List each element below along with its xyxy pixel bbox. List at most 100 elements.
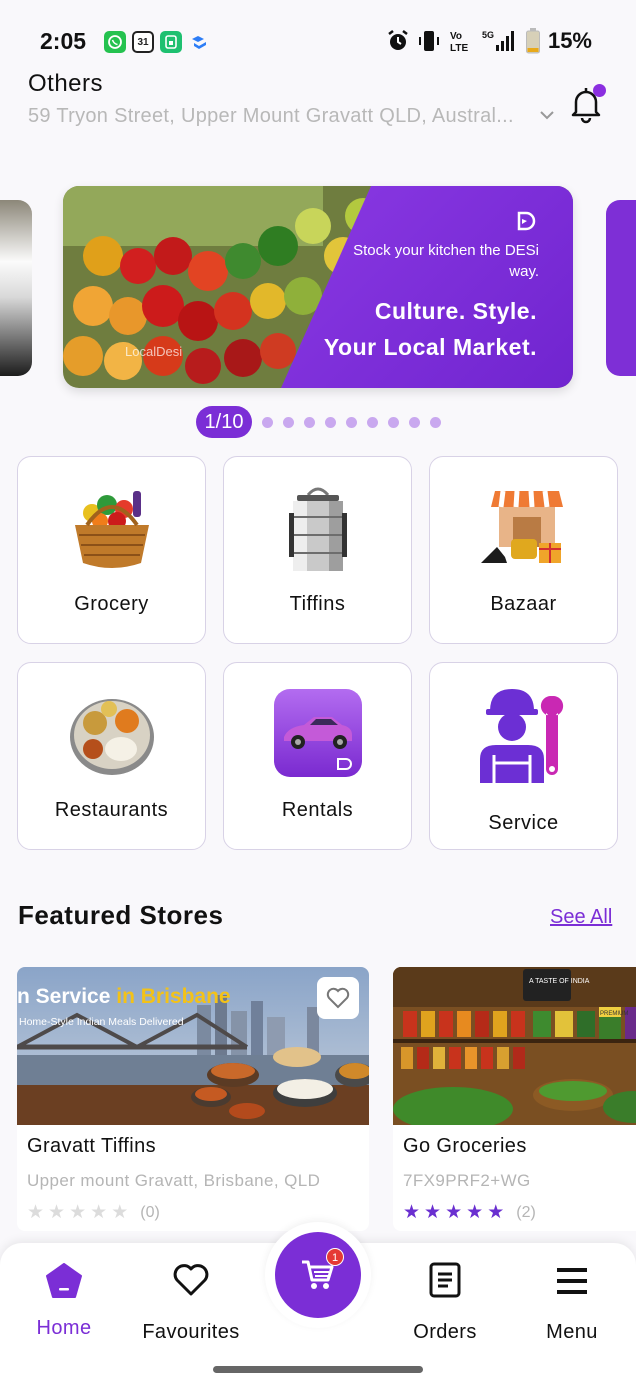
thali-icon <box>69 699 154 775</box>
nav-favourites[interactable]: Favourites <box>131 1243 251 1359</box>
banner-subtitle: Stock your kitchen the DESi way. <box>353 242 539 280</box>
banner-headline-2: Your Local Market. <box>323 334 537 360</box>
pager-dot[interactable] <box>388 416 399 428</box>
favourite-button[interactable] <box>317 977 359 1019</box>
pager-dot[interactable] <box>409 416 420 428</box>
pager-dot[interactable] <box>346 416 357 428</box>
svg-text:n Service in Brisbane: n Service in Brisbane <box>17 985 231 1008</box>
product-label-text: PREMIUM <box>600 1011 628 1017</box>
battery-icon <box>525 28 540 54</box>
calendar-icon: 31 <box>132 31 154 53</box>
banner-headline-1: Culture. Style. <box>374 298 537 324</box>
dropbox-icon <box>188 31 210 53</box>
star-empty-icon: ★ <box>111 1202 129 1223</box>
svg-text:5G: 5G <box>482 30 494 40</box>
svg-text:LTE: LTE <box>450 43 468 54</box>
star-empty-icon: ★ <box>48 1202 66 1223</box>
notification-dot <box>593 84 606 97</box>
store-banner-subtitle: Home-Style Indian Meals Delivered <box>19 1016 184 1028</box>
nav-label: Home <box>36 1317 92 1339</box>
star-empty-icon: ★ <box>69 1202 87 1223</box>
pager-dot[interactable] <box>262 416 273 428</box>
rating-count: (0) <box>140 1203 160 1221</box>
category-label: Rentals <box>281 799 354 821</box>
location-title[interactable]: Others <box>28 70 103 98</box>
cart-badge: 1 <box>326 1248 344 1266</box>
localdesi-logo-icon <box>517 211 536 231</box>
store-card[interactable]: A TASTE OF INDIA PREMIUM Go Groceries 7F… <box>393 967 636 1231</box>
battery-percent: 15% <box>547 28 592 53</box>
store-banner-image: A TASTE OF INDIA PREMIUM <box>393 967 636 1125</box>
nav-menu[interactable]: Menu <box>512 1243 632 1359</box>
cart-button[interactable] <box>275 1232 361 1318</box>
promo-banner[interactable]: Stock your kitchen the DESi way. Culture… <box>63 186 573 388</box>
category-tiffins[interactable]: Tiffins <box>223 456 412 644</box>
star-empty-icon: ★ <box>90 1202 108 1223</box>
sim-icon <box>160 31 182 53</box>
nav-orders[interactable]: Orders <box>385 1243 505 1359</box>
next-slide[interactable] <box>606 200 636 376</box>
grocery-basket-icon <box>74 491 149 568</box>
store-name: Gravatt Tiffins <box>27 1135 157 1157</box>
pager-dot[interactable] <box>325 416 336 428</box>
star-empty-icon: ★ <box>27 1202 45 1223</box>
store-rating: ★ ★ ★ ★ ★ (0) <box>27 1203 160 1222</box>
category-rentals[interactable]: Rentals <box>223 662 412 850</box>
store-card[interactable]: n Service in Brisbane Home-Style Indian … <box>17 967 369 1231</box>
nav-label: Orders <box>413 1321 477 1343</box>
nav-label: Menu <box>546 1321 598 1343</box>
category-service[interactable]: Service <box>429 662 618 850</box>
service-worker-icon <box>479 689 563 783</box>
star-filled-icon: ★ <box>487 1202 505 1223</box>
pager-dot[interactable] <box>283 416 294 428</box>
hamburger-menu-icon <box>557 1268 587 1294</box>
pager-dot[interactable] <box>430 416 441 428</box>
see-all-link[interactable]: See All <box>550 906 612 929</box>
heart-icon <box>173 1264 209 1296</box>
orders-icon <box>429 1262 461 1298</box>
status-bar: 2:05 31 Vo LTE 5G 15% <box>0 0 636 72</box>
store-banner-title-white: n Service <box>17 985 116 1008</box>
tiffin-icon <box>288 487 347 571</box>
system-icons: Vo LTE 5G 15% <box>386 28 592 54</box>
whatsapp-icon <box>104 31 126 53</box>
status-time: 2:05 <box>40 28 87 54</box>
featured-stores-title: Featured Stores <box>18 900 224 930</box>
svg-text:Vo: Vo <box>450 31 462 42</box>
car-icon <box>273 689 362 777</box>
alarm-icon <box>388 30 408 50</box>
store-name: Go Groceries <box>403 1135 527 1157</box>
category-label: Grocery <box>74 593 149 615</box>
bazaar-icon <box>480 490 563 563</box>
pager-dot[interactable] <box>367 416 378 428</box>
carousel-pager: 1/10 <box>196 406 441 438</box>
5g-signal-icon: 5G <box>482 30 514 51</box>
star-filled-icon: ★ <box>445 1202 463 1223</box>
location-address[interactable]: 59 Tryon Street, Upper Mount Gravatt QLD… <box>28 105 533 128</box>
store-banner-title-yellow: in Brisbane <box>116 985 230 1008</box>
pager-dot[interactable] <box>304 416 315 428</box>
vibrate-icon <box>418 31 439 51</box>
heart-outline-icon <box>326 987 350 1009</box>
category-label: Restaurants <box>54 799 169 821</box>
promo-carousel[interactable]: Stock your kitchen the DESi way. Culture… <box>0 186 636 392</box>
star-filled-icon: ★ <box>403 1202 421 1223</box>
home-indicator[interactable] <box>213 1366 423 1373</box>
store-rating: ★ ★ ★ ★ ★ (2) <box>403 1203 536 1222</box>
star-filled-icon: ★ <box>466 1202 484 1223</box>
previous-slide[interactable] <box>0 200 32 376</box>
rating-count: (2) <box>516 1203 536 1221</box>
notification-icons: 31 <box>104 31 210 53</box>
nav-label: Favourites <box>142 1321 240 1343</box>
nav-home[interactable]: Home <box>4 1243 124 1359</box>
home-icon <box>46 1263 82 1298</box>
category-restaurants[interactable]: Restaurants <box>17 662 206 850</box>
star-filled-icon: ★ <box>424 1202 442 1223</box>
category-label: Bazaar <box>490 593 557 615</box>
category-grocery[interactable]: Grocery <box>17 456 206 644</box>
chevron-down-icon[interactable] <box>538 106 556 124</box>
category-bazaar[interactable]: Bazaar <box>429 456 618 644</box>
shop-sign-text: A TASTE OF INDIA <box>529 978 590 985</box>
category-label: Tiffins <box>289 593 346 615</box>
pager-indicator: 1/10 <box>196 406 252 438</box>
